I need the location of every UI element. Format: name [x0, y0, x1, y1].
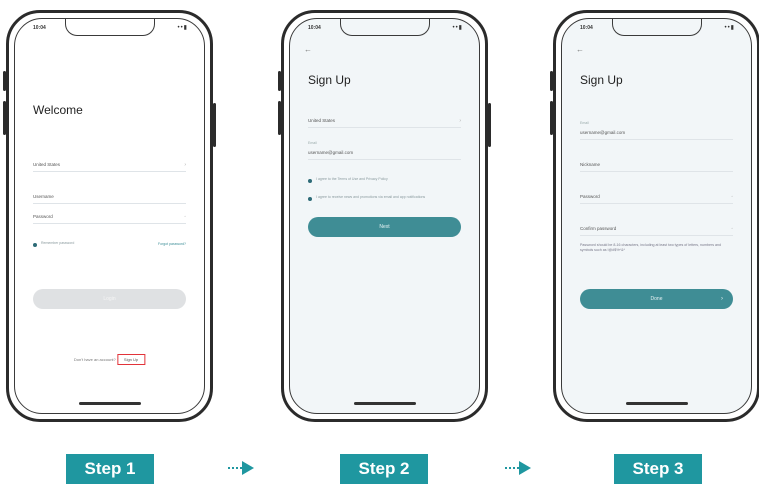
volume-button — [278, 101, 281, 135]
arrow-right-icon: › — [721, 296, 723, 302]
chevron-right-icon: › — [459, 118, 461, 124]
phone-step-2: 10:04 ••▮ ← Sign Up United States › Emai… — [278, 10, 491, 422]
step-1-label: Step 1 — [66, 454, 154, 484]
status-time: 10:04 — [33, 25, 46, 31]
signal-battery-icon: ••▮ — [177, 25, 188, 31]
password-hint: Password should be 8-16 characters, incl… — [580, 243, 722, 252]
agree-terms-row[interactable]: I agree to the Terms of Use and Privacy … — [308, 177, 461, 189]
email-value: username@gmail.com — [580, 130, 626, 135]
screen: 10:04 ••▮ ← Sign Up United States › Emai… — [289, 18, 480, 414]
email-label: Email — [580, 121, 589, 125]
forgot-password-link[interactable]: Forgot password? — [158, 242, 186, 246]
arrow-right-icon — [228, 460, 256, 476]
password-placeholder: Password — [33, 214, 53, 219]
region-value: United States — [308, 118, 336, 123]
notch — [611, 19, 702, 36]
next-button[interactable]: Next — [308, 217, 461, 237]
region-select[interactable]: United States › — [308, 111, 461, 128]
login-button[interactable]: Login — [33, 289, 186, 309]
page-title: Sign Up — [580, 73, 623, 87]
username-input[interactable]: Username — [33, 187, 186, 204]
done-label: Done — [650, 296, 663, 302]
done-button[interactable]: Done › — [580, 289, 733, 309]
remember-row[interactable]: Remember password Forgot password? — [33, 241, 186, 253]
agree-terms-label: I agree to the Terms of Use and Privacy … — [316, 177, 388, 181]
power-button — [488, 103, 491, 147]
email-field[interactable]: Email username@gmail.com — [580, 121, 733, 140]
home-indicator — [625, 402, 688, 405]
volume-button — [550, 71, 553, 91]
signal-battery-icon: ••▮ — [452, 25, 463, 31]
page-title: Welcome — [33, 103, 83, 117]
confirm-password-input[interactable]: Confirm password ◦ — [580, 219, 733, 236]
region-select[interactable]: United States › — [33, 155, 186, 172]
radio-icon[interactable] — [308, 179, 312, 183]
confirm-placeholder: Confirm password — [580, 226, 617, 231]
signup-footer: Don't have an account? Sign Up — [73, 354, 146, 365]
password-input[interactable]: Password ◦ — [580, 187, 733, 204]
arrow-right-icon — [505, 460, 533, 476]
notch — [339, 19, 430, 36]
radio-icon[interactable] — [33, 243, 37, 247]
agree-news-row[interactable]: I agree to receive news and promotions v… — [308, 195, 461, 207]
agree-news-label: I agree to receive news and promotions v… — [316, 195, 426, 199]
page-title: Sign Up — [308, 73, 351, 87]
remember-label: Remember password — [41, 241, 75, 245]
nickname-input[interactable]: Nickname — [580, 155, 733, 172]
volume-button — [278, 71, 281, 91]
notch — [64, 19, 155, 36]
home-indicator — [78, 402, 141, 405]
email-value: username@gmail.com — [308, 150, 354, 155]
eye-icon[interactable]: ◦ — [731, 194, 733, 200]
volume-button — [3, 71, 6, 91]
nickname-placeholder: Nickname — [580, 162, 601, 167]
eye-icon[interactable]: ◦ — [184, 214, 186, 220]
radio-icon[interactable] — [308, 197, 312, 201]
status-time: 10:04 — [580, 25, 593, 31]
volume-button — [550, 101, 553, 135]
phone-step-1: 10:04 ••▮ Welcome United States › Userna… — [3, 10, 216, 422]
volume-button — [3, 101, 6, 135]
home-indicator — [353, 402, 416, 405]
signup-link[interactable]: Sign Up — [116, 354, 146, 365]
password-placeholder: Password — [580, 194, 600, 199]
power-button — [213, 103, 216, 147]
signup-prompt: Don't have an account? — [73, 357, 116, 362]
step-3-label: Step 3 — [614, 454, 702, 484]
status-time: 10:04 — [308, 25, 321, 31]
back-arrow-icon[interactable]: ← — [576, 45, 584, 54]
screen: 10:04 ••▮ Welcome United States › Userna… — [14, 18, 205, 414]
signal-battery-icon: ••▮ — [724, 25, 735, 31]
eye-icon[interactable]: ◦ — [731, 226, 733, 232]
email-field[interactable]: Email username@gmail.com — [308, 141, 461, 160]
username-label: Username — [33, 194, 54, 199]
email-label: Email — [308, 141, 317, 145]
step-2-label: Step 2 — [340, 454, 428, 484]
back-arrow-icon[interactable]: ← — [304, 45, 312, 54]
phone-step-3: 10:04 ••▮ ← Sign Up Email username@gmail… — [550, 10, 759, 422]
screen: 10:04 ••▮ ← Sign Up Email username@gmail… — [561, 18, 752, 414]
region-value: United States — [33, 162, 61, 167]
chevron-right-icon: › — [184, 162, 186, 168]
password-input[interactable]: Password ◦ — [33, 207, 186, 224]
